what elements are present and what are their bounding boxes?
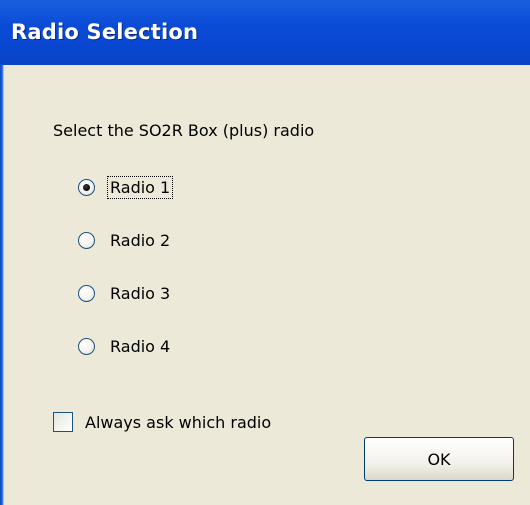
- radio-button-icon[interactable]: [78, 178, 95, 196]
- radio-option-label[interactable]: Radio 1: [106, 175, 174, 199]
- window-title: Radio Selection: [11, 20, 199, 44]
- radio-selected-dot: [83, 183, 90, 191]
- radio-selection-dialog: Radio Selection Select the SO2R Box (plu…: [0, 0, 530, 505]
- radio-button-icon[interactable]: [78, 231, 95, 249]
- radio-option-label[interactable]: Radio 2: [108, 230, 172, 251]
- radio-option-label[interactable]: Radio 3: [108, 283, 172, 304]
- radio-option-3[interactable]: Radio 3: [78, 281, 172, 305]
- always-ask-checkbox-row[interactable]: Always ask which radio: [53, 410, 271, 434]
- always-ask-checkbox[interactable]: [53, 412, 73, 432]
- radio-option-label[interactable]: Radio 4: [108, 336, 172, 357]
- prompt-label: Select the SO2R Box (plus) radio: [53, 121, 315, 140]
- window-left-border: [0, 65, 4, 505]
- radio-button-icon[interactable]: [78, 337, 95, 355]
- radio-option-2[interactable]: Radio 2: [78, 228, 172, 252]
- title-bar[interactable]: Radio Selection: [0, 0, 530, 65]
- radio-button-icon[interactable]: [78, 284, 95, 302]
- always-ask-label[interactable]: Always ask which radio: [85, 413, 271, 432]
- radio-option-1[interactable]: Radio 1: [78, 175, 174, 199]
- ok-button[interactable]: OK: [364, 437, 514, 481]
- radio-option-4[interactable]: Radio 4: [78, 334, 172, 358]
